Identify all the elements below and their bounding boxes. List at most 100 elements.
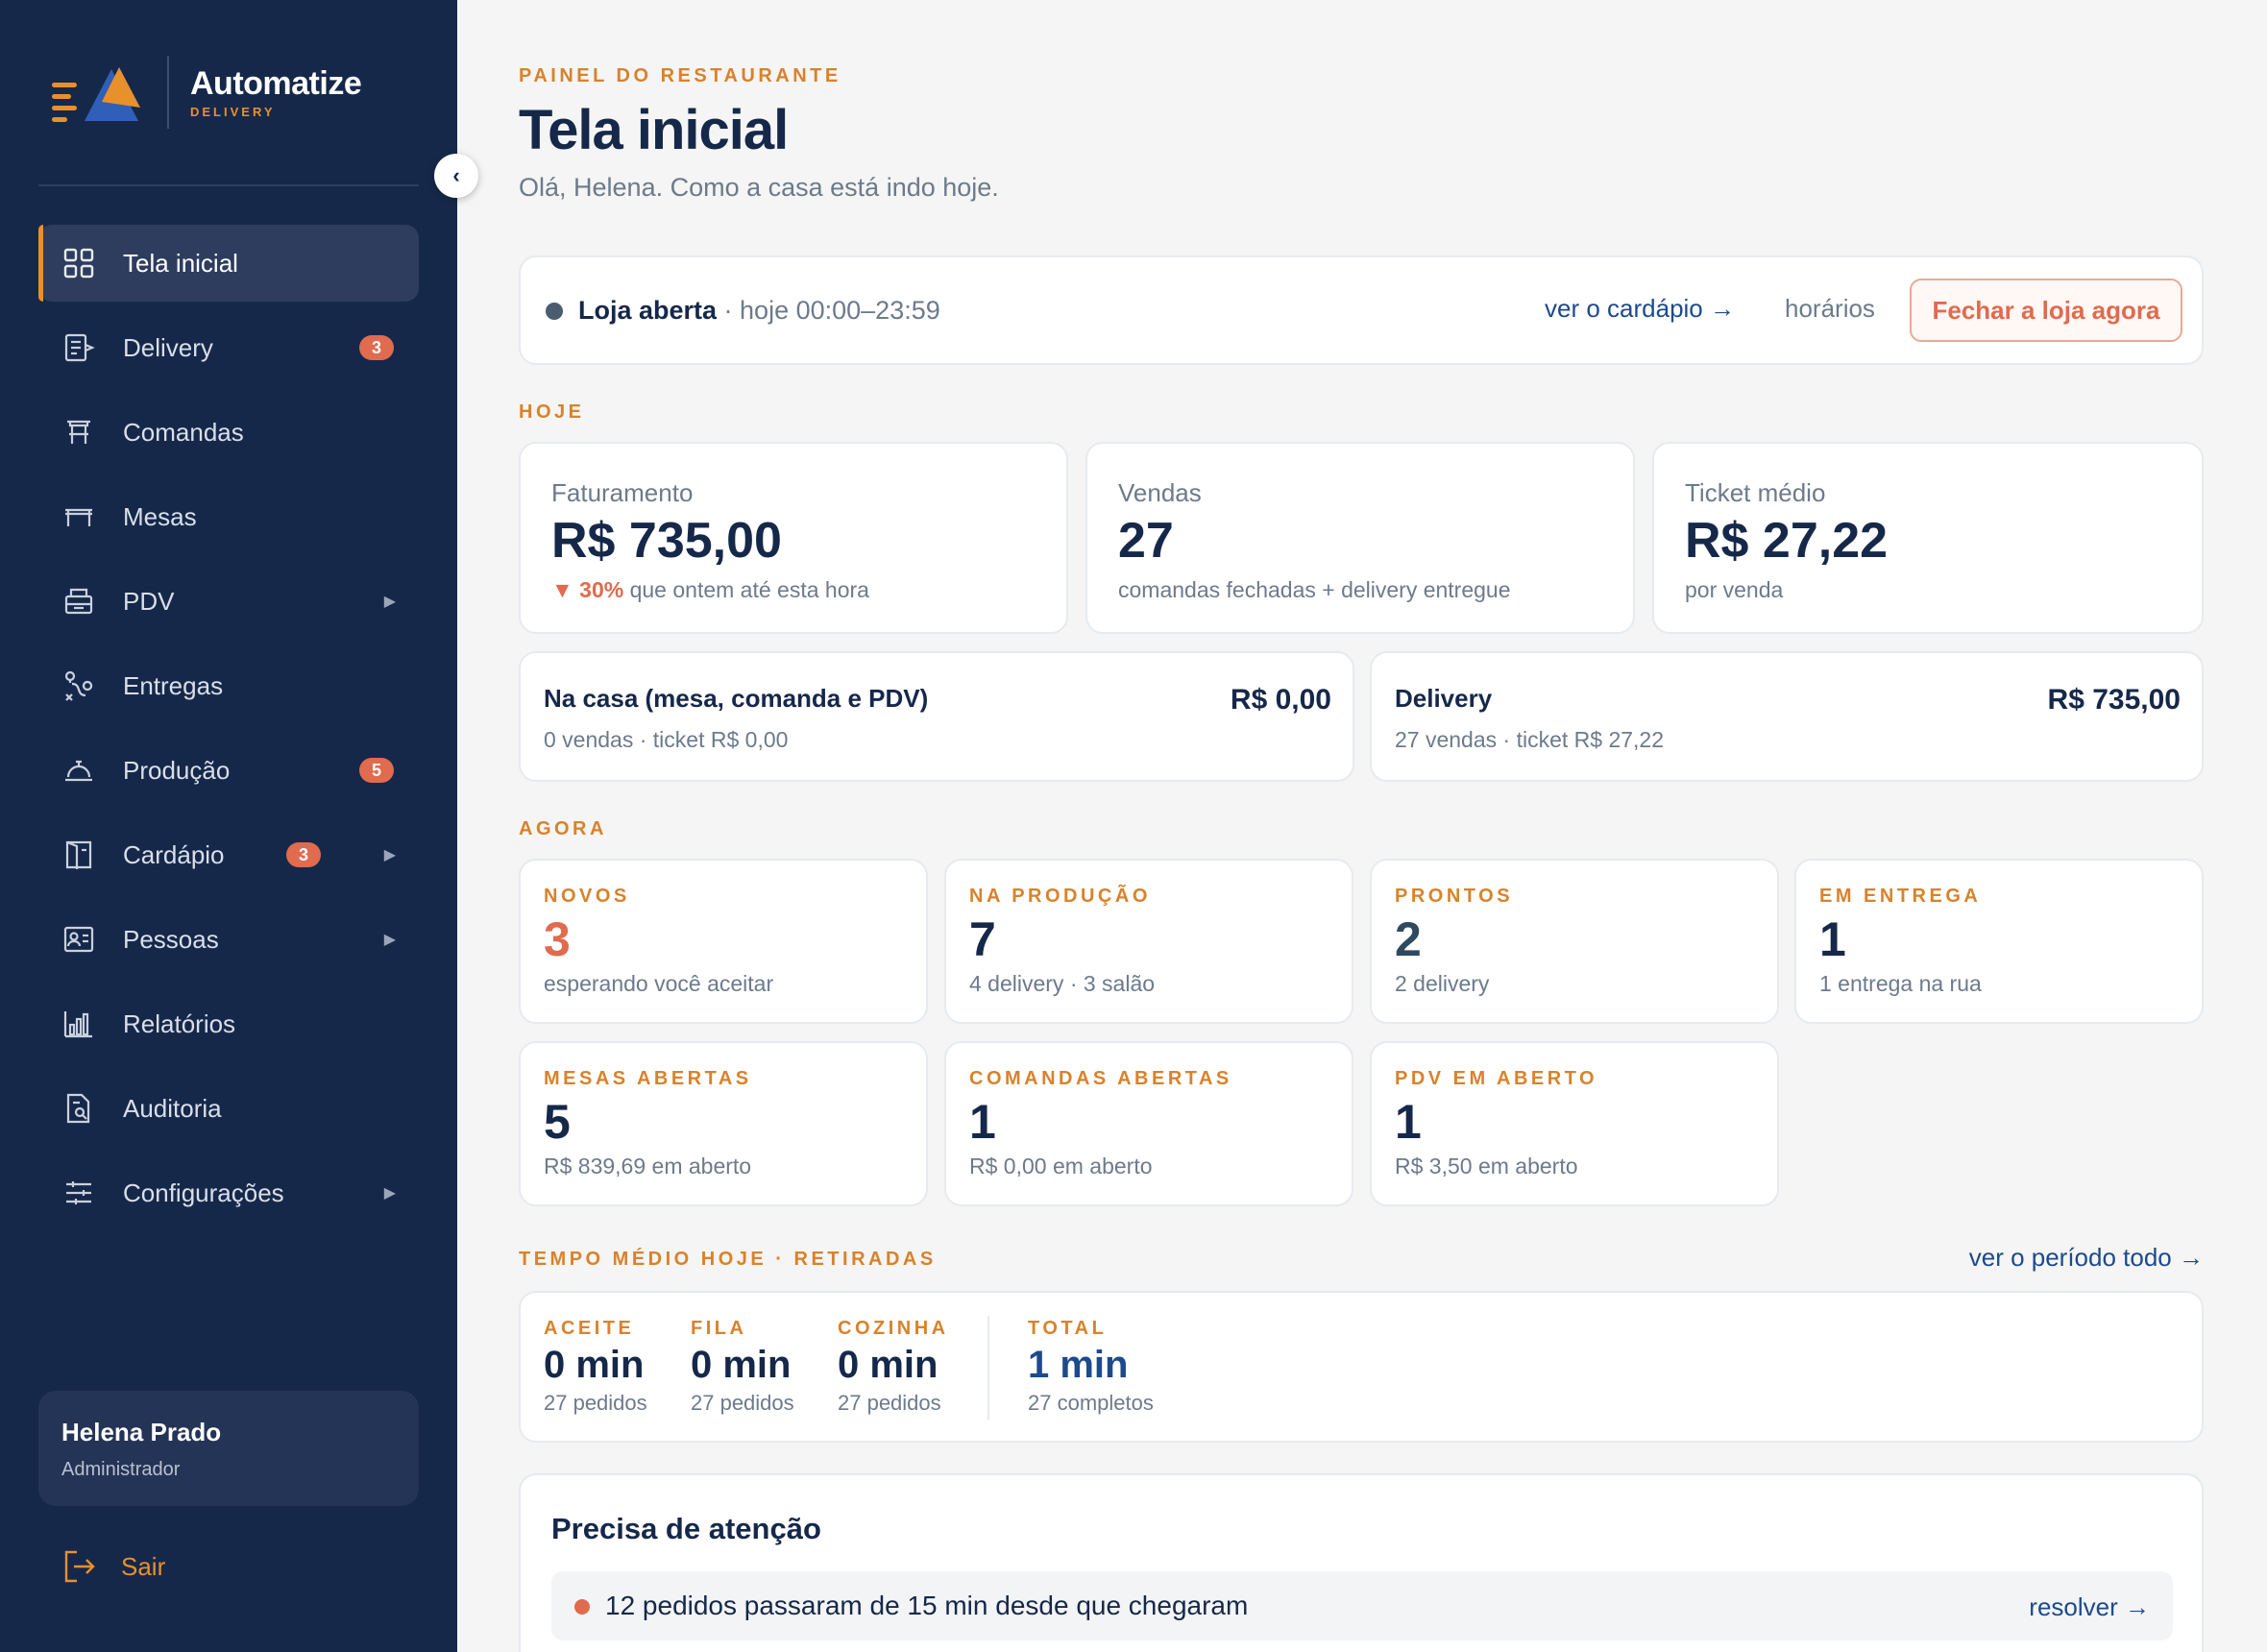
bar-chart-icon <box>61 1007 96 1041</box>
sidebar-item-label: Cardápio <box>123 839 225 869</box>
logout-button[interactable]: Sair <box>61 1548 165 1585</box>
expand-arrow-icon[interactable]: ▶ <box>384 1183 396 1203</box>
sidebar-item-label: Comandas <box>123 417 244 447</box>
now-card-comandas-abertas[interactable]: COMANDAS ABERTAS 1 R$ 0,00 em aberto <box>944 1041 1353 1206</box>
user-card[interactable]: Helena Prado Administrador <box>38 1391 419 1506</box>
sales-split-delivery: Delivery 27 vendas · ticket R$ 27,22 R$ … <box>1370 651 2204 782</box>
sidebar-item-auditoria[interactable]: Auditoria <box>38 1070 419 1147</box>
sidebar-item-delivery[interactable]: Delivery 3 <box>38 309 419 386</box>
time-col-aceite: ACEITE 0 min 27 pedidos <box>544 1318 647 1416</box>
producao-count-badge: 5 <box>359 758 394 783</box>
time-col-cozinha: COZINHA 0 min 27 pedidos <box>838 1318 949 1416</box>
sidebar-item-pessoas[interactable]: Pessoas ▶ <box>38 901 419 978</box>
sidebar-item-comandas[interactable]: Comandas <box>38 394 419 471</box>
view-menu-link[interactable]: ver o cardápio → <box>1545 294 1735 324</box>
split-subtitle: 27 vendas · ticket R$ 27,22 <box>1395 727 1664 752</box>
sidebar-item-label: Configurações <box>123 1178 284 1207</box>
brand[interactable]: Automatize DELIVERY <box>52 54 362 131</box>
now-subtitle: R$ 839,69 em aberto <box>544 1154 752 1178</box>
split-subtitle: 0 vendas · ticket R$ 0,00 <box>544 727 789 752</box>
hours-link[interactable]: horários <box>1785 294 1875 324</box>
sidebar-item-pdv[interactable]: PDV ▶ <box>38 563 419 640</box>
pos-icon <box>61 584 96 619</box>
now-card-em-entrega[interactable]: EM ENTREGA 1 1 entrega na rua <box>1794 859 2204 1024</box>
kpi-label: Ticket médio <box>1685 478 1826 507</box>
sidebar-item-label: Produção <box>123 755 231 785</box>
attention-title: Precisa de atenção <box>551 1512 821 1545</box>
time-col-fila: FILA 0 min 27 pedidos <box>691 1318 794 1416</box>
store-status-text: Loja aberta · hoje 00:00–23:59 <box>578 296 940 326</box>
expand-arrow-icon[interactable]: ▶ <box>384 930 396 949</box>
now-subtitle: 1 entrega na rua <box>1819 971 1982 996</box>
sidebar-item-entregas[interactable]: Entregas <box>38 647 419 724</box>
kpi-label: Faturamento <box>551 478 694 507</box>
time-label: COZINHA <box>838 1318 949 1339</box>
kpi-note: comandas fechadas + delivery entregue <box>1118 577 1511 602</box>
now-card-mesas-abertas[interactable]: MESAS ABERTAS 5 R$ 839,69 em aberto <box>519 1041 928 1206</box>
resolve-link[interactable]: resolver → <box>2029 1592 2150 1622</box>
now-label: PRONTOS <box>1395 886 1514 907</box>
avg-times-card: ACEITE 0 min 27 pedidos FILA 0 min 27 pe… <box>519 1291 2204 1443</box>
audit-icon <box>61 1091 96 1126</box>
now-card-na-producao[interactable]: NA PRODUÇÃO 7 4 delivery · 3 salão <box>944 859 1353 1024</box>
kpi-note: ▼ 30% que ontem até esta hora <box>551 577 1036 603</box>
page-eyebrow: PAINEL DO RESTAURANTE <box>519 65 841 86</box>
sidebar-item-label: Pessoas <box>123 924 219 954</box>
time-label: ACEITE <box>544 1318 635 1339</box>
sliders-icon <box>61 1176 96 1210</box>
sidebar-item-label: Tela inicial <box>123 248 238 278</box>
now-card-pdv-em-aberto[interactable]: PDV EM ABERTO 1 R$ 3,50 em aberto <box>1370 1041 1779 1206</box>
now-value: 1 <box>1395 1095 1422 1149</box>
logout-icon <box>64 1550 95 1583</box>
sidebar-item-mesas[interactable]: Mesas <box>38 478 419 555</box>
comandas-icon <box>61 415 96 449</box>
attention-item-text: 12 pedidos passaram de 15 min desde que … <box>605 1591 1249 1620</box>
logo <box>52 54 148 131</box>
collapse-sidebar-button[interactable]: ‹ <box>434 154 478 198</box>
sidebar-nav: Tela inicial Delivery 3 Comandas Mesas P… <box>38 225 419 1239</box>
time-subtitle: 27 pedidos <box>838 1391 941 1415</box>
split-value: R$ 0,00 <box>1230 684 1331 716</box>
time-label: TOTAL <box>1028 1318 1108 1339</box>
times-divider <box>987 1316 989 1420</box>
kpi-note-text: que ontem até esta hora <box>623 577 869 602</box>
now-label: NOVOS <box>544 886 630 907</box>
now-label: PDV EM ABERTO <box>1395 1068 1598 1089</box>
section-label-today: HOJE <box>519 401 585 423</box>
time-subtitle: 27 pedidos <box>691 1391 794 1415</box>
view-period-link[interactable]: ver o período todo → <box>1969 1243 2204 1273</box>
now-card-prontos[interactable]: PRONTOS 2 2 delivery <box>1370 859 1779 1024</box>
now-subtitle: R$ 3,50 em aberto <box>1395 1154 1578 1178</box>
kpi-delta: ▼ 30% <box>551 577 624 602</box>
sidebar-item-tela-inicial[interactable]: Tela inicial <box>38 225 419 302</box>
sales-split-in-house: Na casa (mesa, comanda e PDV) 0 vendas ·… <box>519 651 1354 782</box>
time-col-total: TOTAL 1 min 27 completos <box>1028 1318 1154 1416</box>
sidebar-divider <box>38 184 419 186</box>
kpi-value: R$ 735,00 <box>551 513 782 569</box>
page-title: Tela inicial <box>519 99 789 161</box>
close-store-button[interactable]: Fechar a loja agora <box>1910 279 2182 342</box>
kpi-note: por venda <box>1685 577 1784 602</box>
cloche-icon <box>61 753 96 788</box>
now-label: COMANDAS ABERTAS <box>969 1068 1232 1089</box>
section-label-now: AGORA <box>519 818 607 839</box>
time-value: 0 min <box>544 1344 645 1386</box>
store-status: Loja aberta <box>578 296 718 325</box>
now-value: 7 <box>969 912 996 966</box>
cardapio-count-badge: 3 <box>286 842 321 867</box>
now-card-novos[interactable]: NOVOS 3 esperando você aceitar <box>519 859 928 1024</box>
sidebar-item-label: Entregas <box>123 670 224 700</box>
expand-arrow-icon[interactable]: ▶ <box>384 592 396 611</box>
now-subtitle: 2 delivery <box>1395 971 1490 996</box>
route-icon <box>61 668 96 703</box>
kpi-value: 27 <box>1118 513 1174 569</box>
status-dot-icon <box>546 303 563 320</box>
sidebar-item-relatorios[interactable]: Relatórios <box>38 985 419 1062</box>
now-value: 5 <box>544 1095 571 1149</box>
expand-arrow-icon[interactable]: ▶ <box>384 845 396 864</box>
sidebar-item-cardapio[interactable]: Cardápio 3 ▶ <box>38 816 419 893</box>
sidebar-item-configuracoes[interactable]: Configurações ▶ <box>38 1154 419 1231</box>
time-subtitle: 27 completos <box>1028 1391 1154 1415</box>
sidebar-item-producao[interactable]: Produção 5 <box>38 732 419 809</box>
menu-book-icon <box>61 838 96 872</box>
